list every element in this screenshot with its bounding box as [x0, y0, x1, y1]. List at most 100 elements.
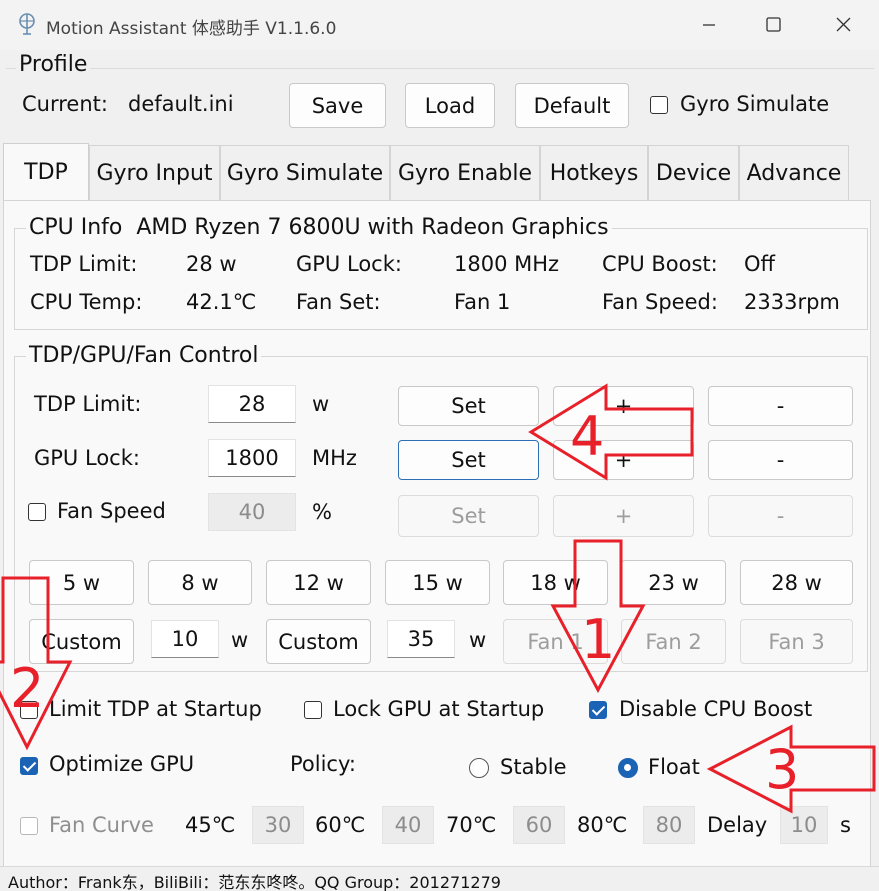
gpu-unit: MHz — [312, 446, 357, 470]
info-fan-set-value: Fan 1 — [454, 290, 511, 314]
info-fan-speed-label: Fan Speed: — [602, 290, 718, 314]
current-profile-label: Current: — [22, 92, 108, 116]
info-tdp-limit-label: TDP Limit: — [30, 252, 138, 276]
fan-curve-temp-1: 45℃ — [185, 813, 236, 837]
info-fan-set-label: Fan Set: — [296, 290, 381, 314]
custom-tdp-2-unit: w — [469, 628, 487, 652]
info-cpu-temp-value: 42.1℃ — [186, 290, 257, 314]
info-fan-speed-value: 2333rpm — [744, 290, 840, 314]
limit-tdp-startup-label: Limit TDP at Startup — [49, 697, 262, 721]
info-gpu-lock-label: GPU Lock: — [296, 252, 402, 276]
preset-28w-button[interactable]: 28 w — [740, 560, 853, 605]
info-cpu-boost-label: CPU Boost: — [602, 252, 718, 276]
custom-tdp-1-button[interactable]: Custom — [29, 619, 134, 664]
tab-advance[interactable]: Advance — [739, 145, 849, 200]
optimize-gpu-checkbox[interactable] — [20, 757, 38, 775]
fan-curve-checkbox[interactable] — [20, 817, 38, 835]
policy-stable-label: Stable — [500, 755, 567, 779]
load-button[interactable]: Load — [405, 83, 495, 128]
minimize-icon[interactable] — [696, 12, 722, 38]
fan-2-button[interactable]: Fan 2 — [621, 619, 726, 664]
cpu-info-title-text: CPU Info — [29, 215, 123, 240]
tab-gyro-input[interactable]: Gyro Input — [89, 145, 220, 200]
info-cpu-temp-label: CPU Temp: — [30, 290, 143, 314]
cpu-info-title: CPU Info AMD Ryzen 7 6800U with Radeon G… — [26, 215, 612, 240]
disable-cpu-boost-checkbox[interactable] — [589, 701, 607, 719]
fan-speed-input[interactable]: 40 — [208, 493, 296, 531]
tdp-set-button[interactable]: Set — [398, 386, 539, 426]
info-tdp-limit-value: 28 w — [186, 252, 237, 276]
info-cpu-boost-value: Off — [744, 252, 775, 276]
preset-23w-button[interactable]: 23 w — [621, 560, 726, 605]
tab-gyro-enable[interactable]: Gyro Enable — [390, 145, 540, 200]
fan-curve-delay-unit: s — [840, 813, 851, 837]
gpu-minus-button[interactable]: - — [708, 440, 853, 480]
fan-speed-checkbox[interactable] — [28, 503, 46, 521]
fan-curve-value-2-input[interactable]: 40 — [382, 806, 434, 844]
save-button[interactable]: Save — [289, 83, 386, 128]
tab-hotkeys[interactable]: Hotkeys — [540, 145, 648, 200]
tdp-limit-label: TDP Limit: — [34, 392, 142, 416]
fan-curve-delay-label: Delay — [707, 813, 768, 837]
fan-curve-temp-4: 80℃ — [577, 813, 628, 837]
tdp-unit: w — [312, 392, 330, 416]
tab-gyro-simulate[interactable]: Gyro Simulate — [220, 145, 390, 200]
tab-device[interactable]: Device — [648, 145, 739, 200]
info-gpu-lock-value: 1800 MHz — [454, 252, 560, 276]
app-logo-icon — [19, 13, 35, 35]
fan-curve-temp-2: 60℃ — [315, 813, 366, 837]
tdp-plus-button[interactable]: + — [553, 386, 694, 426]
window-title: Motion Assistant 体感助手 V1.1.6.0 — [46, 19, 337, 39]
optimize-gpu-label: Optimize GPU — [49, 752, 195, 776]
gpu-plus-button[interactable]: + — [553, 440, 694, 480]
default-button[interactable]: Default — [515, 83, 629, 128]
maximize-icon[interactable] — [760, 12, 786, 38]
fan-1-button[interactable]: Fan 1 — [503, 619, 608, 664]
policy-float-label: Float — [648, 755, 700, 779]
fan-curve-label: Fan Curve — [49, 813, 154, 837]
gyro-simulate-checkbox[interactable] — [650, 96, 668, 114]
lock-gpu-startup-label: Lock GPU at Startup — [333, 697, 545, 721]
preset-12w-button[interactable]: 12 w — [266, 560, 371, 605]
gpu-lock-label: GPU Lock: — [34, 446, 140, 470]
custom-tdp-1-unit: w — [231, 628, 249, 652]
custom-tdp-2-input[interactable]: 35 — [387, 620, 455, 658]
gpu-lock-input[interactable]: 1800 — [208, 439, 296, 477]
disable-cpu-boost-label: Disable CPU Boost — [619, 697, 813, 721]
fan-3-button[interactable]: Fan 3 — [740, 619, 853, 664]
preset-15w-button[interactable]: 15 w — [385, 560, 490, 605]
tdp-minus-button[interactable]: - — [708, 386, 853, 426]
custom-tdp-2-button[interactable]: Custom — [266, 619, 371, 664]
policy-label: Policy: — [290, 752, 356, 776]
control-group-title: TDP/GPU/Fan Control — [26, 343, 262, 368]
preset-5w-button[interactable]: 5 w — [29, 560, 134, 605]
fan-curve-value-1-input[interactable]: 30 — [252, 806, 304, 844]
gyro-simulate-label: Gyro Simulate — [680, 92, 830, 116]
fan-speed-label: Fan Speed — [57, 499, 166, 523]
lock-gpu-startup-checkbox[interactable] — [304, 701, 322, 719]
policy-float-radio[interactable] — [618, 758, 638, 778]
author-info: Author：Frank东，BiliBili：范东东咚咚。QQ Group：20… — [8, 873, 501, 891]
limit-tdp-startup-checkbox[interactable] — [20, 701, 38, 719]
cpu-info-group — [14, 228, 868, 330]
custom-tdp-1-input[interactable]: 10 — [151, 620, 219, 658]
fan-plus-button[interactable]: + — [553, 495, 694, 537]
tdp-limit-input[interactable]: 28 — [208, 385, 296, 423]
fan-curve-value-4-input[interactable]: 80 — [643, 806, 695, 844]
fan-minus-button[interactable]: - — [708, 495, 853, 537]
status-bar: Author：Frank东，BiliBili：范东东咚咚。QQ Group：20… — [0, 866, 879, 891]
fan-curve-temp-3: 70℃ — [446, 813, 497, 837]
preset-18w-button[interactable]: 18 w — [503, 560, 608, 605]
fan-set-button[interactable]: Set — [398, 495, 539, 537]
cpu-name: AMD Ryzen 7 6800U with Radeon Graphics — [136, 215, 609, 240]
tab-strip: TDP Gyro Input Gyro Simulate Gyro Enable… — [0, 143, 879, 200]
close-icon[interactable] — [830, 12, 856, 38]
tab-tdp[interactable]: TDP — [3, 143, 89, 200]
fan-curve-delay-input[interactable]: 10 — [780, 806, 828, 844]
gpu-set-button[interactable]: Set — [398, 440, 539, 480]
title-bar: Motion Assistant 体感助手 V1.1.6.0 — [0, 0, 879, 50]
fan-unit: % — [312, 500, 332, 524]
policy-stable-radio[interactable] — [469, 758, 489, 778]
preset-8w-button[interactable]: 8 w — [148, 560, 252, 605]
fan-curve-value-3-input[interactable]: 60 — [513, 806, 565, 844]
